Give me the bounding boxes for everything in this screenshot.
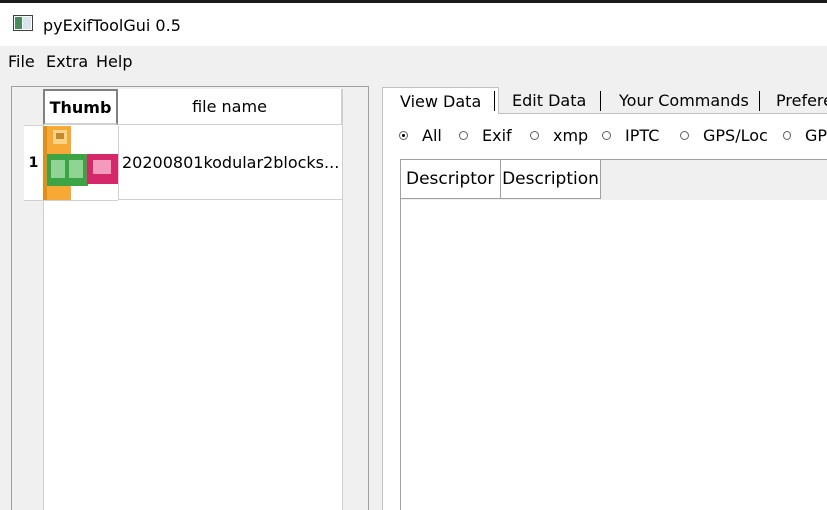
tab-separator [494,91,495,111]
tab-bar: View Data Edit Data Your Commands Prefer… [382,87,827,114]
title-bar: pyExifToolGui 0.5 [0,3,827,46]
radio-gps-location-indicator [680,131,689,140]
tab-view-data[interactable]: View Data [382,87,500,114]
radio-xmp-indicator [530,131,539,140]
radio-iptc[interactable]: IPTC [602,126,659,145]
window-title: pyExifToolGui 0.5 [43,16,181,35]
tab-separator [759,91,760,111]
tab-separator [600,91,601,111]
file-name-cell[interactable]: 20200801kodular2blocks... [118,126,342,200]
radio-gps-location[interactable]: GPS/Loc [680,126,775,145]
thumbnail-image [43,126,118,200]
radio-gps-other-indicator [783,131,791,140]
radio-all[interactable]: All [399,126,442,145]
metadata-table-body[interactable] [401,200,827,510]
tab-edit-data[interactable]: Edit Data [512,87,586,114]
radio-all-indicator [399,131,408,140]
file-table-right-margin [342,89,366,510]
radio-iptc-indicator [602,131,611,140]
radio-exif[interactable]: Exif [459,126,512,145]
tab-preferences[interactable]: Prefere [776,87,827,114]
tab-your-commands[interactable]: Your Commands [619,87,749,114]
menu-help[interactable]: Help [96,52,132,71]
radio-gps-other[interactable]: GP [783,126,827,145]
column-header-description[interactable]: Description [501,160,601,199]
table-corner[interactable] [24,89,43,126]
menu-bar: File Extra Help [0,46,827,76]
app-icon [13,15,33,31]
menu-file[interactable]: File [8,52,35,71]
radio-xmp[interactable]: xmp [530,126,588,145]
column-header-thumb[interactable]: Thumb [43,89,118,125]
row-header-1[interactable]: 1 [24,126,43,201]
thumbnail-cell[interactable] [43,126,118,201]
column-header-descriptor[interactable]: Descriptor [401,160,501,199]
radio-exif-indicator [459,131,468,140]
menu-extra[interactable]: Extra [46,52,88,71]
column-header-file-name[interactable]: file name [118,89,342,125]
